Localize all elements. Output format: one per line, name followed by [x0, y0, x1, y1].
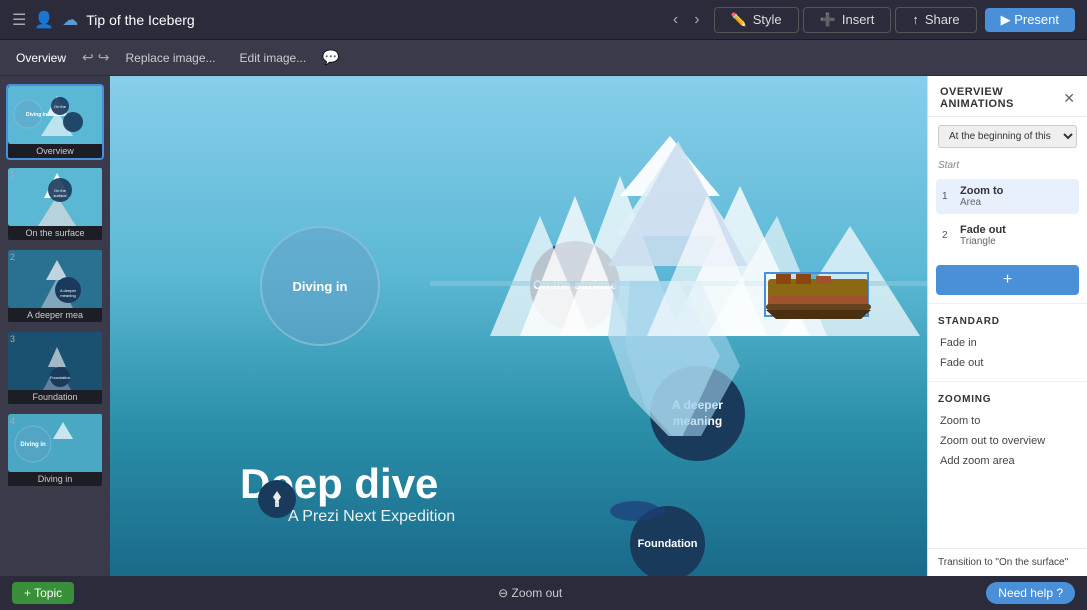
nav-arrows: ‹ › — [667, 9, 706, 31]
add-topic-btn[interactable]: + Topic — [12, 582, 74, 604]
slide-num-4: 4 — [10, 416, 15, 426]
slide-thumb-overview[interactable]: Diving in On the Overview — [6, 84, 104, 160]
fade-out-item[interactable]: Fade out — [938, 353, 1077, 373]
redo-btn[interactable]: ↪ — [98, 49, 110, 66]
svg-text:Foundation: Foundation — [50, 375, 70, 380]
animation-item-1[interactable]: 1 Zoom to Area — [936, 179, 1079, 214]
start-label: Start — [928, 156, 1087, 175]
top-nav-buttons: ✏️ Style ➕ Insert ↑ Share — [714, 7, 977, 33]
slide-num-1: 1 — [10, 170, 15, 180]
need-help-btn[interactable]: Need help ? — [986, 582, 1075, 604]
user-icon: 👤 — [34, 10, 54, 30]
anim-name-1: Zoom to — [960, 185, 1073, 197]
zoom-to-item[interactable]: Zoom to — [938, 411, 1077, 431]
logo-badge — [258, 480, 296, 518]
panel-header: OVERVIEW ANIMATIONS ✕ — [928, 76, 1087, 117]
zooming-section: ZOOMING Zoom to Zoom out to overview Add… — [928, 386, 1087, 475]
overview-label: Overview — [8, 51, 74, 65]
svg-text:Diving in: Diving in — [26, 112, 47, 118]
diving-in-circle[interactable]: Diving in — [260, 226, 380, 346]
insert-icon: ➕ — [820, 12, 836, 28]
anim-num-2: 2 — [942, 230, 954, 241]
transition-label: Transition to "On the surface" — [938, 557, 1077, 568]
menu-icon[interactable]: ☰ — [12, 10, 26, 30]
sidebar: Diving in On the Overview 4 On the surfa… — [0, 76, 110, 576]
slide-thumb-4[interactable]: Diving in 4 Diving in — [6, 412, 104, 488]
cloud-icon: ☁ — [62, 10, 78, 30]
comment-icon[interactable]: 💬 — [322, 49, 339, 66]
anim-sub-1: Area — [960, 197, 1073, 208]
add-animation-btn[interactable]: + — [936, 265, 1079, 295]
nav-back-btn[interactable]: ‹ — [667, 9, 684, 31]
zooming-section-title: ZOOMING — [938, 394, 1077, 405]
slide-thumb-3[interactable]: Foundation 3 Foundation — [6, 330, 104, 406]
slide-label-overview: Overview — [8, 144, 102, 158]
second-bar: Overview ↩ ↪ Replace image... Edit image… — [0, 40, 1087, 76]
standard-section: STANDARD Fade in Fade out — [928, 308, 1087, 377]
animation-timing-dropdown[interactable]: At the beginning of this prezi — [938, 125, 1077, 148]
fade-in-item[interactable]: Fade in — [938, 333, 1077, 353]
share-btn[interactable]: ↑ Share — [895, 7, 976, 33]
edit-image-btn[interactable]: Edit image... — [232, 49, 315, 67]
slide-num-2: 2 — [10, 252, 15, 262]
style-btn[interactable]: ✏️ Style — [714, 7, 799, 33]
anim-sub-2: Triangle — [960, 236, 1073, 247]
deep-dive-subtitle: A Prezi Next Expedition — [288, 508, 455, 526]
svg-text:Diving in: Diving in — [20, 442, 46, 448]
svg-text:On the: On the — [54, 104, 67, 109]
slide-label-3: Foundation — [8, 390, 102, 404]
insert-btn[interactable]: ➕ Insert — [803, 7, 892, 33]
top-bar: ☰ 👤 ☁ Tip of the Iceberg ‹ › ✏️ Style ➕ … — [0, 0, 1087, 40]
canvas-background: Diving in On the surface A deeper meanin… — [110, 76, 927, 576]
undo-redo: ↩ ↪ — [82, 49, 109, 66]
canvas-area[interactable]: Diving in On the surface A deeper meanin… — [110, 76, 927, 576]
slide-label-4: Diving in — [8, 472, 102, 486]
panel-close-btn[interactable]: ✕ — [1063, 90, 1075, 107]
add-zoom-area-item[interactable]: Add zoom area — [938, 451, 1077, 471]
main-area: Diving in On the Overview 4 On the surfa… — [0, 76, 1087, 576]
nav-forward-btn[interactable]: › — [688, 9, 705, 31]
divider-2 — [928, 381, 1087, 382]
anim-details-2: Fade out Triangle — [960, 224, 1073, 247]
anim-details-1: Zoom to Area — [960, 185, 1073, 208]
zoom-out-btn[interactable]: ⊖ Zoom out — [498, 586, 562, 600]
svg-text:surface: surface — [53, 193, 67, 198]
zoom-out-overview-item[interactable]: Zoom out to overview — [938, 431, 1077, 451]
anim-num-1: 1 — [942, 191, 954, 202]
animation-item-2[interactable]: 2 Fade out Triangle — [936, 218, 1079, 253]
replace-image-btn[interactable]: Replace image... — [117, 49, 223, 67]
panel-footer: Transition to "On the surface" — [928, 548, 1087, 576]
panel-title: OVERVIEW ANIMATIONS — [940, 86, 1063, 110]
share-icon: ↑ — [912, 12, 919, 27]
slide-label-2: A deeper mea — [8, 308, 102, 322]
animation-list: 1 Zoom to Area 2 Fade out Triangle — [928, 175, 1087, 261]
divider-1 — [928, 303, 1087, 304]
ship[interactable] — [764, 272, 869, 317]
undo-btn[interactable]: ↩ — [82, 49, 94, 66]
standard-section-title: STANDARD — [938, 316, 1077, 327]
svg-text:meaning: meaning — [60, 293, 75, 298]
present-btn[interactable]: ▶ Present — [985, 8, 1075, 32]
slide-thumb-2[interactable]: 3 A deeper meaning 2 A deeper mea — [6, 248, 104, 324]
bottom-bar: + Topic ⊖ Zoom out Need help ? — [0, 576, 1087, 610]
whale-svg — [605, 496, 665, 526]
right-panel: OVERVIEW ANIMATIONS ✕ At the beginning o… — [927, 76, 1087, 576]
slide-num-3: 3 — [10, 334, 15, 344]
slide-label-1: On the surface — [8, 226, 102, 240]
style-icon: ✏️ — [731, 12, 747, 28]
anim-name-2: Fade out — [960, 224, 1073, 236]
app-title: Tip of the Iceberg — [86, 12, 659, 28]
slide-thumb-1[interactable]: 4 On the surface 1 On the surface — [6, 166, 104, 242]
ship-svg — [766, 274, 871, 319]
logo-icon — [265, 487, 289, 511]
